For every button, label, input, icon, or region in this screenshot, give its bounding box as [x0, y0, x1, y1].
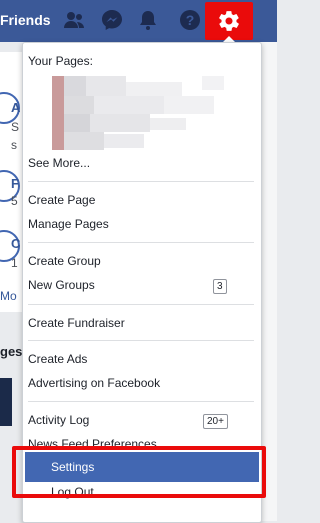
new-groups-count-badge: 3	[213, 279, 227, 294]
activity-log-item[interactable]: Activity Log	[28, 413, 89, 427]
background-text: Mo	[0, 289, 17, 303]
see-more-link[interactable]: See More...	[28, 156, 90, 170]
blurred-pages-list[interactable]	[52, 76, 224, 150]
top-navbar: Friends ?	[0, 0, 277, 42]
notifications-icon[interactable]	[136, 8, 160, 32]
menu-divider	[28, 401, 254, 402]
settings-highlight-annotation	[12, 446, 266, 498]
menu-divider	[28, 340, 254, 341]
create-fundraiser-item[interactable]: Create Fundraiser	[28, 316, 125, 330]
background-text: C	[11, 236, 21, 251]
create-ads-item[interactable]: Create Ads	[28, 352, 87, 366]
manage-pages-item[interactable]: Manage Pages	[28, 217, 109, 231]
background-text: 5	[11, 194, 18, 208]
background-text: A	[11, 100, 21, 115]
gear-icon	[219, 11, 239, 31]
advertising-on-facebook-item[interactable]: Advertising on Facebook	[28, 376, 160, 390]
background-text: 1	[11, 256, 18, 270]
create-page-item[interactable]: Create Page	[28, 193, 95, 207]
menu-divider	[28, 304, 254, 305]
your-pages-heading: Your Pages:	[28, 54, 93, 68]
create-group-item[interactable]: Create Group	[28, 254, 101, 268]
background-text: s	[11, 138, 17, 152]
activity-log-count-badge: 20+	[203, 414, 228, 429]
menu-divider	[28, 242, 254, 243]
background-thumbnail	[0, 378, 12, 426]
svg-text:?: ?	[186, 12, 195, 28]
friends-icon[interactable]	[62, 8, 86, 32]
background-text: F	[11, 176, 19, 191]
messenger-icon[interactable]	[100, 8, 124, 32]
background-text: ges	[0, 344, 23, 359]
menu-divider	[28, 181, 254, 182]
new-groups-item[interactable]: New Groups	[28, 278, 95, 292]
help-icon[interactable]: ?	[178, 8, 202, 32]
settings-gear-button[interactable]	[205, 2, 253, 40]
background-text: S	[11, 120, 20, 134]
friends-label[interactable]: Friends	[0, 12, 51, 28]
